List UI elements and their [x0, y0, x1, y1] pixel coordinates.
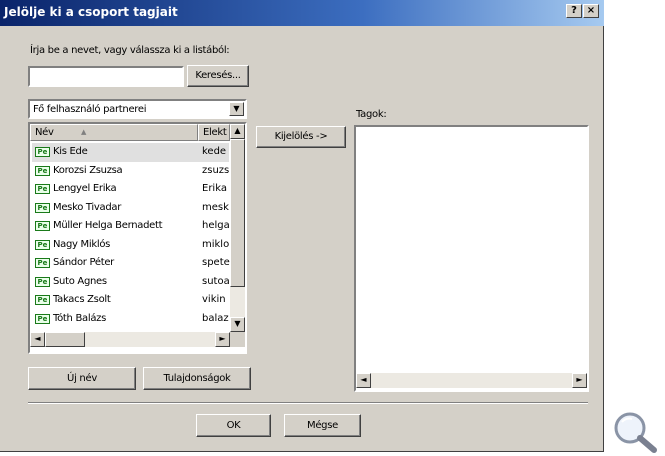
- contact-card-icon: Pe: [35, 147, 50, 157]
- contact-alias: balaz: [202, 312, 229, 324]
- chevron-down-icon[interactable]: ▼: [229, 102, 244, 116]
- vertical-scrollbar[interactable]: ▲ ▼: [230, 124, 245, 332]
- select-member-button[interactable]: Kijelölés ->: [256, 126, 346, 148]
- horizontal-scrollbar[interactable]: ◄ ►: [30, 332, 230, 347]
- list-item[interactable]: Pe Mesko Tivadar mesk: [32, 199, 229, 218]
- members-horizontal-scrollbar[interactable]: ◄ ►: [356, 373, 587, 388]
- contact-name: Kis Ede: [53, 146, 88, 157]
- contact-card-icon: Pe: [35, 313, 50, 324]
- close-button[interactable]: ×: [583, 4, 599, 18]
- contact-name: Mesko Tivadar: [53, 201, 122, 213]
- scroll-down-icon[interactable]: ▼: [230, 317, 245, 332]
- contacts-list: Név ▲ Elekt Pe Kis Ede kede Pe Korozsi Zsuzs…: [28, 122, 247, 354]
- contact-card-icon: Pe: [35, 202, 50, 213]
- horizontal-scroll-thumb[interactable]: [45, 332, 85, 347]
- scroll-up-icon[interactable]: ▲: [230, 124, 245, 139]
- list-item[interactable]: Pe Nagy Miklós miklo: [32, 236, 229, 255]
- contact-alias: Erika: [202, 183, 227, 194]
- new-name-button[interactable]: Új név: [28, 367, 136, 390]
- properties-button[interactable]: Tulajdonságok: [143, 367, 251, 390]
- contact-alias: mesk: [202, 201, 229, 213]
- contact-name: Nagy Miklós: [53, 238, 111, 250]
- contact-card-icon: Pe: [35, 276, 50, 287]
- list-item[interactable]: Pe Suto Agnes sutoa: [32, 273, 230, 292]
- contact-name: Lengyel Erika: [53, 183, 117, 194]
- address-book-selected: Fő felhasználó partnerei: [33, 104, 147, 115]
- contact-card-icon: Pe: [35, 258, 50, 268]
- contact-name: Tóth Balázs: [53, 312, 107, 324]
- separator: [28, 402, 588, 404]
- search-button[interactable]: Keresés...: [187, 65, 249, 87]
- dialog-title: Jelölje ki a csoport tagjait: [4, 5, 178, 19]
- contact-name: Takacs Zsolt: [53, 294, 111, 305]
- contact-card-icon: Pe: [35, 184, 50, 194]
- members-list[interactable]: ◄ ►: [354, 125, 589, 392]
- search-input[interactable]: [28, 66, 184, 87]
- cancel-button[interactable]: Mégse: [284, 414, 361, 437]
- members-scroll-left-icon[interactable]: ◄: [356, 373, 371, 388]
- list-item[interactable]: Pe Sándor Péter spete: [32, 254, 230, 273]
- sort-icon: ▲: [81, 128, 87, 136]
- contact-name: Suto Agnes: [53, 275, 107, 287]
- contact-alias: kede: [202, 146, 227, 157]
- list-item[interactable]: Pe Korozsi Zsuzsa zsuzs: [32, 162, 229, 181]
- magnifier-icon[interactable]: [608, 410, 664, 455]
- contact-alias: helga: [202, 220, 230, 231]
- contact-alias: spete: [202, 257, 230, 268]
- column-header-name-label: Név: [35, 127, 54, 138]
- title-bar: Jelölje ki a csoport tagjait ? ×: [0, 0, 604, 26]
- scroll-right-icon[interactable]: ►: [215, 332, 230, 347]
- list-item[interactable]: Pe Kis Ede kede: [32, 143, 229, 162]
- contact-alias: miklo: [202, 238, 230, 250]
- ok-button[interactable]: OK: [196, 414, 271, 437]
- scroll-left-icon[interactable]: ◄: [30, 332, 45, 347]
- contact-alias: zsuzs: [202, 164, 230, 176]
- contact-name: Korozsi Zsuzsa: [53, 164, 123, 176]
- select-members-dialog: Jelölje ki a csoport tagjait ? × Írja be…: [0, 0, 604, 452]
- list-item[interactable]: Pe Müller Helga Bernadett helga: [32, 217, 230, 236]
- contact-card-icon: Pe: [35, 165, 50, 176]
- list-item[interactable]: Pe Takacs Zsolt vikin: [32, 291, 229, 310]
- members-label: Tagok:: [356, 109, 387, 120]
- contact-alias: vikin: [202, 294, 226, 305]
- column-header-alias[interactable]: Elekt: [198, 124, 230, 141]
- list-item[interactable]: Pe Lengyel Erika Erika: [32, 180, 229, 199]
- vertical-scroll-thumb[interactable]: [230, 139, 245, 287]
- contact-card-icon: Pe: [35, 295, 50, 305]
- search-prompt-label: Írja be a nevet, vagy válassza ki a list…: [30, 45, 230, 56]
- scrollbar-corner: [230, 332, 245, 347]
- column-header-name[interactable]: Név ▲: [30, 124, 198, 141]
- members-scroll-right-icon[interactable]: ►: [572, 373, 587, 388]
- help-button[interactable]: ?: [566, 4, 582, 18]
- contact-card-icon: Pe: [35, 221, 50, 231]
- contact-alias: sutoa: [202, 275, 230, 287]
- contact-name: Müller Helga Bernadett: [53, 220, 163, 231]
- contact-card-icon: Pe: [35, 239, 50, 250]
- contact-name: Sándor Péter: [53, 257, 114, 268]
- list-item[interactable]: Pe Tóth Balázs balaz: [32, 310, 229, 329]
- address-book-select[interactable]: Fő felhasználó partnerei ▼: [28, 99, 247, 119]
